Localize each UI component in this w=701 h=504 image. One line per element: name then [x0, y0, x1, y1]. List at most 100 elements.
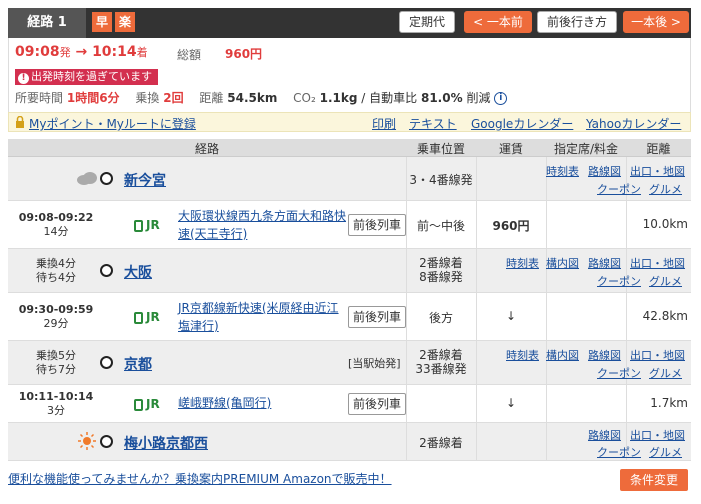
- segment-duration: 14分: [43, 225, 69, 238]
- depart-time: 09:08: [15, 44, 60, 60]
- train-line-link[interactable]: 大阪環状線西九条方面大和路快速(天王寺行): [178, 207, 346, 243]
- transfer-count: 2回: [163, 91, 184, 105]
- company-name: JR: [146, 310, 160, 324]
- transfer-time: 乗換4分: [36, 257, 76, 270]
- prev-route-button[interactable]: < 一本前: [464, 11, 532, 33]
- mypoint-link[interactable]: Myポイント・Myルートに登録: [29, 115, 196, 132]
- station-name-link[interactable]: 京都: [124, 354, 152, 374]
- total-fare: 960円: [225, 47, 263, 61]
- station-name-link[interactable]: 新今宮: [124, 170, 166, 190]
- train-icon: [134, 219, 143, 232]
- station-node: [100, 356, 113, 369]
- route-map-link[interactable]: 路線図: [588, 347, 621, 363]
- exit-map-link[interactable]: 出口・地図: [630, 255, 685, 271]
- transfer-info: 乗換4分 待ち4分: [8, 257, 104, 285]
- depart-suffix: 発: [59, 46, 71, 59]
- yahoo-calendar-link[interactable]: Yahooカレンダー: [586, 115, 681, 132]
- distance-value: 54.5km: [227, 91, 278, 105]
- gourmet-link[interactable]: グルメ: [649, 365, 682, 381]
- header-distance: 距離: [646, 142, 671, 156]
- company-label: JR: [134, 397, 160, 411]
- adjacent-trains-button[interactable]: 前後列車: [348, 214, 406, 236]
- exclamation-icon: !: [18, 73, 29, 84]
- info-icon[interactable]: i: [494, 92, 508, 105]
- route-stats: 所要時間 1時間6分 乗換 2回 距離 54.5km CO₂ 1.1kg / 自…: [15, 89, 508, 106]
- sun-icon: [78, 432, 96, 450]
- co2-suffix: 削減: [466, 91, 491, 105]
- station-node: [100, 435, 113, 448]
- coupon-link[interactable]: クーポン: [597, 273, 641, 289]
- arrival-platform: 2番線着: [419, 256, 463, 270]
- route-tab[interactable]: 経路 1: [8, 8, 86, 38]
- header-fare: 運賃: [498, 142, 523, 156]
- segment-duration: 3分: [47, 404, 65, 417]
- segment-time-range: 09:08-09:22: [18, 211, 94, 224]
- co2-compare: / 自動車比: [361, 91, 418, 105]
- total-fare-label: 総額: [177, 48, 202, 62]
- segment-row: 09:08-09:22 14分 JR 大阪環状線西九条方面大和路快速(天王寺行) …: [8, 201, 691, 249]
- station-map-link[interactable]: 構内図: [546, 255, 579, 271]
- around-route-button[interactable]: 前後行き方: [537, 11, 617, 33]
- transfer-info: 乗換5分 待ち7分: [8, 349, 104, 377]
- route-map-link[interactable]: 路線図: [588, 427, 621, 443]
- distance-label: 距離: [199, 91, 224, 105]
- print-link[interactable]: 印刷: [372, 115, 396, 132]
- exit-map-link[interactable]: 出口・地図: [630, 163, 685, 179]
- segment-duration: 29分: [43, 317, 69, 330]
- google-calendar-link[interactable]: Googleカレンダー: [471, 115, 573, 132]
- route-header: 経路 1 早 楽 定期代 < 一本前 前後行き方 一本後 >: [8, 8, 691, 38]
- train-line-link[interactable]: JR京都線新快速(米原経由近江塩津行): [178, 299, 346, 335]
- transfer-label: 乗換: [135, 91, 160, 105]
- route-map-link[interactable]: 路線図: [588, 163, 621, 179]
- fast-badge: 早: [92, 12, 112, 32]
- segment-time: 09:30-09:59 29分: [8, 303, 104, 331]
- train-line-link[interactable]: 嵯峨野線(亀岡行): [178, 394, 346, 412]
- exit-map-link[interactable]: 出口・地図: [630, 427, 685, 443]
- coupon-link[interactable]: クーポン: [597, 365, 641, 381]
- company-label: JR: [134, 218, 160, 232]
- route-times: 09:08発 → 10:14着: [15, 44, 148, 60]
- easy-badge: 楽: [115, 12, 135, 32]
- cloud-icon: [77, 172, 97, 185]
- arrow: →: [75, 44, 88, 60]
- segment-time: 09:08-09:22 14分: [8, 211, 104, 239]
- segment-time-range: 10:11-10:14: [18, 390, 94, 403]
- wait-time: 待ち7分: [36, 363, 76, 376]
- company-label: JR: [134, 310, 160, 324]
- header-position: 乗車位置: [416, 142, 465, 156]
- commuter-pass-button[interactable]: 定期代: [399, 11, 455, 33]
- train-icon: [134, 398, 143, 411]
- header-route: 経路: [194, 142, 219, 156]
- station-node: [100, 264, 113, 277]
- gourmet-link[interactable]: グルメ: [649, 273, 682, 289]
- transfer-time: 乗換5分: [36, 349, 76, 362]
- coupon-link[interactable]: クーポン: [597, 444, 641, 460]
- departure-platform: 8番線発: [419, 270, 463, 284]
- timetable-link[interactable]: 時刻表: [506, 347, 539, 363]
- boarding-position: 前～中後: [416, 219, 465, 233]
- station-node: [100, 172, 113, 185]
- timetable-link[interactable]: 時刻表: [546, 163, 579, 179]
- co2-label: CO₂: [293, 91, 316, 105]
- next-route-button[interactable]: 一本後 >: [623, 11, 689, 33]
- coupon-link[interactable]: クーポン: [597, 181, 641, 197]
- platform-info: 2番線着 33番線発: [406, 348, 476, 376]
- segment-distance: 10.0km: [642, 217, 688, 231]
- adjacent-trains-button[interactable]: 前後列車: [348, 393, 406, 415]
- gourmet-link[interactable]: グルメ: [649, 444, 682, 460]
- station-map-link[interactable]: 構内図: [546, 347, 579, 363]
- station-name-link[interactable]: 梅小路京都西: [124, 433, 208, 453]
- premium-promo-link[interactable]: 便利な機能使ってみませんか？乗換案内PREMIUM Amazonで販売中！: [8, 470, 392, 487]
- route-map-link[interactable]: 路線図: [588, 255, 621, 271]
- exit-map-link[interactable]: 出口・地図: [630, 347, 685, 363]
- co2-percent: 81.0%: [420, 91, 463, 105]
- platform-info: 3・4番線発: [409, 173, 473, 187]
- adjacent-trains-button[interactable]: 前後列車: [348, 306, 406, 328]
- gourmet-link[interactable]: グルメ: [649, 181, 682, 197]
- timetable-link[interactable]: 時刻表: [506, 255, 539, 271]
- departure-platform: 33番線発: [415, 362, 467, 376]
- change-conditions-button[interactable]: 条件変更: [620, 469, 688, 491]
- station-name-link[interactable]: 大阪: [124, 262, 152, 282]
- train-icon: [134, 311, 143, 324]
- text-link[interactable]: テキスト: [409, 115, 457, 132]
